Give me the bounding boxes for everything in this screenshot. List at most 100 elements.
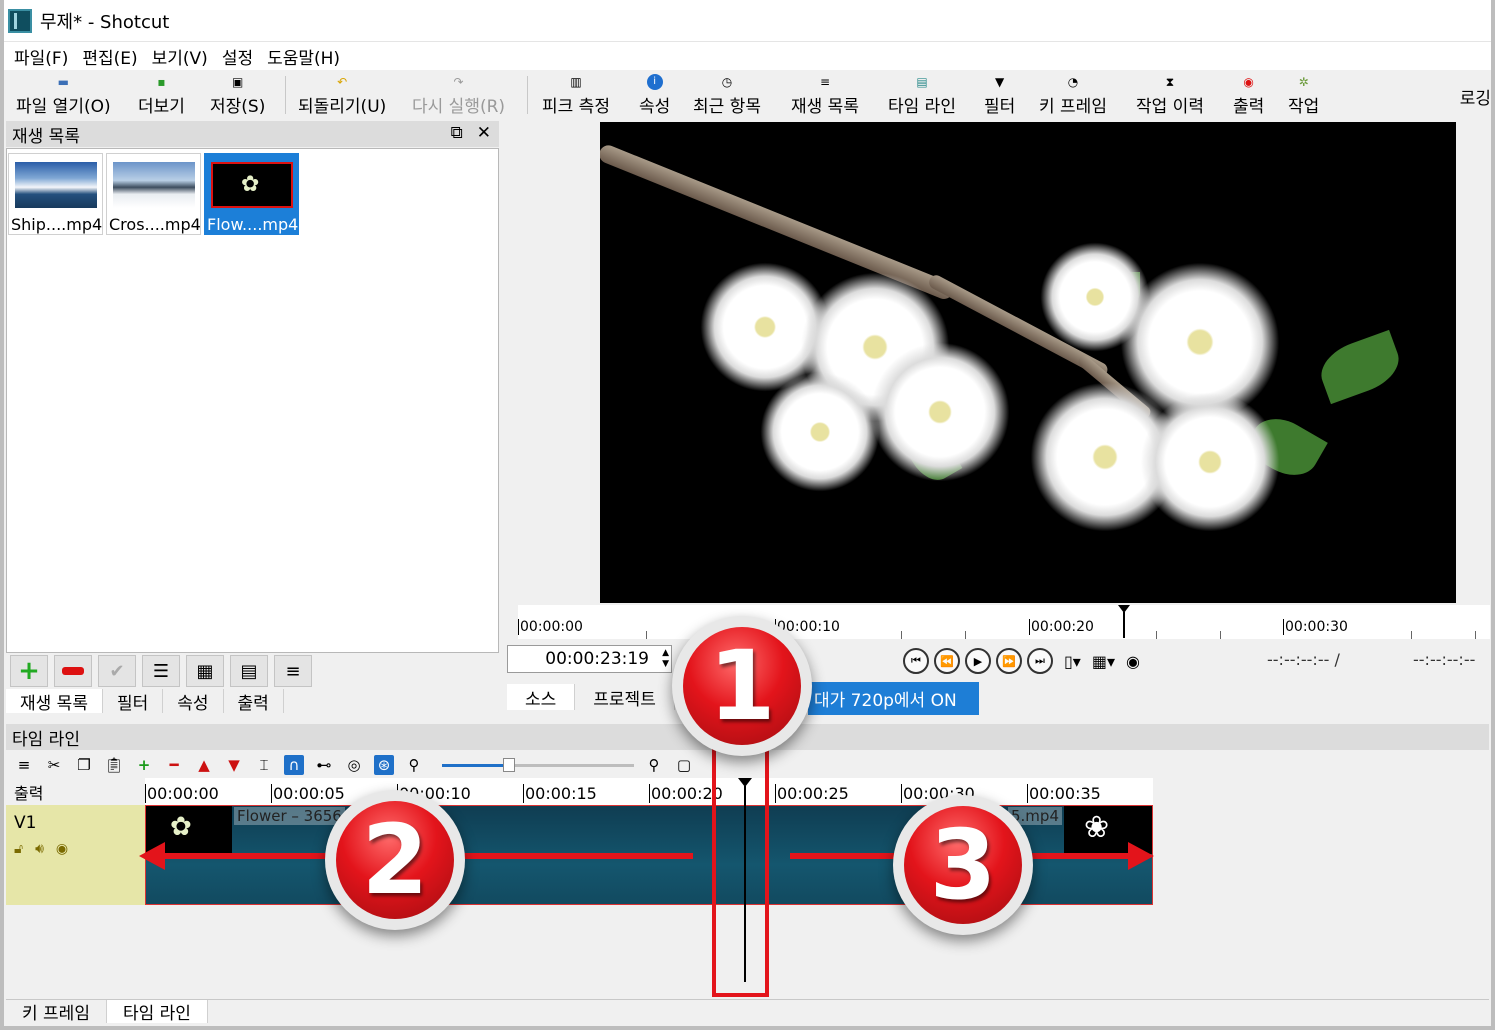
menu-settings[interactable]: 설정 [222, 44, 253, 69]
clip-thumbnail [113, 162, 195, 208]
append-icon[interactable]: + [134, 755, 154, 775]
menu-help[interactable]: 도움말(H) [267, 44, 340, 69]
snap-icon[interactable]: ∩ [284, 755, 304, 775]
ruler-tick [1475, 631, 1476, 639]
tab-project[interactable]: 프로젝트 [575, 684, 675, 710]
tab-filter[interactable]: 필터 [103, 689, 164, 714]
tab-export[interactable]: 출력 [224, 689, 284, 714]
lock-icon[interactable]: 🔓︎ [14, 841, 23, 857]
undo-button[interactable]: ↶ 되돌리기(U) [298, 74, 386, 117]
play-button[interactable]: ▶ [965, 648, 991, 674]
volume-icon[interactable]: ◉ [1126, 652, 1140, 671]
blossom-shape [1140, 392, 1280, 532]
skip-next-button[interactable]: ⏭ [1027, 648, 1053, 674]
playlist-panel-title: 재생 목록 [12, 126, 80, 147]
fast-forward-button[interactable]: ⏩ [996, 648, 1022, 674]
main-toolbar: ▬ 파일 열기(O) ▪ 더보기 ▣ 저장(S) ↶ 되돌리기(U) ↷ 다시 … [0, 70, 1495, 118]
tab-source[interactable]: 소스 [507, 684, 576, 710]
playlist-clip[interactable]: Ship....mp4 [8, 153, 103, 235]
playlist-menu-button[interactable]: ≡ [274, 655, 312, 687]
cut-icon[interactable]: ✂ [44, 755, 64, 775]
lift-icon[interactable]: ▲ [194, 755, 214, 775]
player-tabs: 소스 프로젝트 [507, 684, 675, 710]
recent-button[interactable]: ◷ 최근 항목 [693, 74, 761, 117]
ripple-all-icon[interactable]: ⊛ [374, 755, 394, 775]
properties-button[interactable]: i 속성 [639, 74, 670, 117]
timeline-ruler[interactable]: 00:00:00 00:00:05 00:00:10 00:00:15 00:0… [145, 778, 1153, 805]
playlist-clip[interactable]: Cros....mp4 [106, 153, 201, 235]
peak-meter-button[interactable]: ▥ 피크 측정 [542, 74, 610, 117]
ripple-delete-icon[interactable]: ━ [164, 755, 184, 775]
grid-dropdown-icon[interactable]: ▦▾ [1092, 652, 1115, 671]
timecode-field[interactable]: 00:00:23:19 ▲ ▼ [507, 645, 672, 673]
step-2-badge: 2 [325, 790, 465, 930]
split-icon[interactable]: ⌶ [254, 755, 274, 775]
details-view-button[interactable]: ☰ [142, 655, 180, 687]
paste-icon[interactable]: 📋︎ [104, 755, 124, 775]
timeline-menu-icon[interactable]: ≡ [14, 755, 34, 775]
log-button[interactable]: 로깅 [1460, 84, 1491, 109]
redo-button[interactable]: ↷ 다시 실행(R) [412, 74, 505, 117]
overwrite-icon[interactable]: ▼ [224, 755, 244, 775]
export-button[interactable]: ◉ 출력 [1233, 74, 1264, 117]
track-name: V1 [14, 813, 37, 833]
v1-track-header[interactable]: V1 🔓︎ 🔊︎ ◉ [6, 805, 145, 905]
zoom-slider-handle[interactable] [503, 758, 516, 772]
video-preview[interactable] [600, 122, 1456, 603]
copy-icon[interactable]: ❐ [74, 755, 94, 775]
tab-timeline[interactable]: 타임 라인 [106, 1000, 208, 1024]
zoom-fit-icon[interactable]: ▢ [674, 755, 694, 775]
spin-arrows-icon[interactable]: ▲ ▼ [662, 648, 669, 670]
skip-previous-button[interactable]: ⏮ [903, 648, 929, 674]
right-arrow-head [1128, 842, 1154, 870]
scrub-icon[interactable]: ⊷ [314, 755, 334, 775]
player-ruler[interactable]: 00:00:00 00:00:10 00:00:20 00:00:30 [518, 605, 1490, 639]
filter-button[interactable]: ▼ 필터 [984, 74, 1015, 117]
tiles-view-button[interactable]: ▦ [186, 655, 224, 687]
step-1-badge: 1 [672, 616, 812, 756]
redo-icon: ↷ [453, 75, 464, 89]
history-button[interactable]: ⧗ 작업 이력 [1136, 74, 1204, 117]
zoom-slider[interactable] [442, 758, 634, 772]
menu-view[interactable]: 보기(V) [152, 44, 208, 69]
ripple-icon[interactable]: ◎ [344, 755, 364, 775]
open-file-button[interactable]: ▬ 파일 열기(O) [16, 74, 111, 117]
close-icon[interactable]: ✕ [477, 123, 491, 143]
timeline-button[interactable]: ▤ 타임 라인 [888, 74, 956, 117]
playlist-button[interactable]: ≡ 재생 목록 [791, 74, 859, 117]
info-icon: i [646, 74, 663, 90]
menu-edit[interactable]: 편집(E) [82, 44, 137, 69]
gear-icon: ✲ [1298, 75, 1309, 89]
keyframes-button[interactable]: ◔ 키 프레임 [1039, 74, 1107, 117]
ruler-label: 00:00:15 [523, 784, 597, 803]
update-button[interactable]: ✔ [98, 655, 136, 687]
playlist-grid[interactable]: Ship....mp4 Cros....mp4 Flow....mp4 [6, 148, 499, 653]
jobs-button[interactable]: ✲ 작업 [1288, 74, 1319, 117]
menu-file[interactable]: 파일(F) [14, 44, 68, 69]
zoom-out-icon[interactable]: ⚲ [404, 755, 424, 775]
tab-playlist[interactable]: 재생 목록 [6, 689, 103, 714]
icons-view-button[interactable]: ▤ [230, 655, 268, 687]
page-dropdown-icon[interactable]: ▯▾ [1064, 652, 1081, 671]
zoom-in-icon[interactable]: ⚲ [644, 755, 664, 775]
ruler-tick [1411, 631, 1412, 639]
step-number: 1 [683, 627, 801, 745]
playlist-panel-header: 재생 목록 ⧉ ✕ [6, 121, 499, 147]
in-out-duration: --:--:--:-- / [1267, 650, 1340, 669]
add-clip-button[interactable]: + [10, 655, 48, 687]
leaf-shape [1313, 329, 1407, 405]
clip-thumbnail [15, 162, 97, 208]
clip-caption: Flow....mp4 [207, 215, 299, 234]
output-track-header[interactable]: 출력 [6, 778, 145, 805]
speaker-icon[interactable]: 🔊︎ [35, 841, 44, 857]
save-button[interactable]: ▣ 저장(S) [210, 74, 265, 117]
tab-keyframes[interactable]: 키 프레임 [6, 1000, 107, 1024]
playlist-clip-selected[interactable]: Flow....mp4 [204, 153, 299, 235]
eye-icon[interactable]: ◉ [56, 841, 68, 857]
float-panel-icon[interactable]: ⧉ [451, 123, 463, 143]
more-button[interactable]: ▪ 더보기 [138, 74, 185, 117]
total-duration: --:--:--:-- [1413, 650, 1476, 669]
rewind-button[interactable]: ⏪ [934, 648, 960, 674]
remove-clip-button[interactable] [54, 655, 92, 687]
tab-properties[interactable]: 속성 [163, 689, 224, 714]
